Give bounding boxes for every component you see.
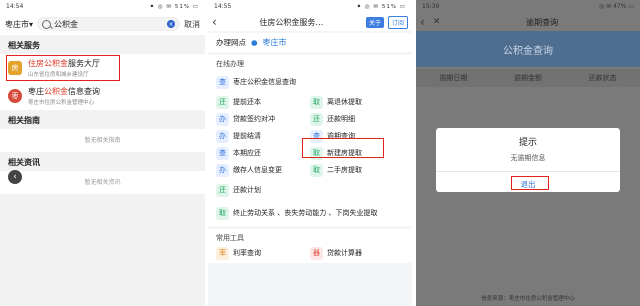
about-button[interactable]: 关于: [365, 16, 384, 28]
service-label: 离退休提取: [327, 98, 362, 106]
office-city: 枣庄市: [262, 38, 287, 47]
office-label: 办理网点: [216, 38, 246, 47]
service-label: 还款计划: [233, 186, 261, 194]
service-label: 缴存人信息变更: [233, 166, 282, 174]
service-icon: 还: [310, 112, 323, 126]
status-time: 14:55: [214, 3, 232, 10]
service-label: 贷款签约对冲: [233, 115, 275, 123]
cancel-button[interactable]: 取消: [184, 19, 200, 30]
service-item[interactable]: 还还款计划: [216, 179, 404, 201]
service-label: 本期应还: [233, 149, 261, 157]
service-icon: 取: [216, 206, 229, 220]
back-icon[interactable]: ‹: [212, 15, 217, 29]
service-item[interactable]: 还提前还本: [216, 94, 310, 110]
service-label: 枣庄公积金信息查询: [233, 78, 296, 86]
service-icon: 取: [310, 163, 323, 177]
zaozhuang-logo-icon: 枣: [8, 89, 22, 103]
service-item[interactable]: 取终止劳动关系 、丧失劳动能力 、下岗失业提取: [216, 202, 404, 224]
empty-guides: 暂无相关指南: [0, 129, 205, 152]
office-row[interactable]: 办理网点 ● 枣庄市: [208, 33, 412, 52]
search-box[interactable]: ×: [37, 17, 180, 31]
service-icon: 还: [216, 95, 229, 109]
clear-icon[interactable]: ×: [167, 20, 175, 28]
service-icon: 办: [216, 163, 229, 177]
result-item-housing-fund-hall[interactable]: 房 住房公积金服务大厅 山东省住房和城乡建设厅: [0, 54, 205, 82]
service-item[interactable]: 办贷款签约对冲: [216, 111, 310, 127]
floating-back-icon[interactable]: ‹: [8, 170, 22, 184]
search-screen: 14:54 ⚫ ◎ ✉ 51% ▭ 枣庄市▾ × 取消 相关服务 房 住房公积金…: [0, 0, 205, 306]
status-icons: ⚫ ◎ ✉ 51% ▭: [356, 3, 406, 10]
search-input[interactable]: [54, 19, 115, 29]
services-list: 房 住房公积金服务大厅 山东省住房和城乡建设厅 枣 枣庄公积金信息查询 枣庄市住…: [0, 54, 205, 110]
result-subtitle: 枣庄市住房公积金管理中心: [28, 100, 95, 106]
service-icon: 查: [216, 146, 229, 160]
service-icon: 办: [216, 129, 229, 143]
service-hall-screen: 14:55 ⚫ ◎ ✉ 51% ▭ ‹ 住房公积金服务… 关于 订阅 办理网点 …: [208, 0, 412, 306]
nav-bar: ‹ 住房公积金服务… 关于 订阅: [208, 13, 412, 31]
tool-label: 贷款计算器: [327, 249, 362, 257]
result-item-zaozhuang-query[interactable]: 枣 枣庄公积金信息查询 枣庄市住房公积金管理中心: [0, 82, 205, 110]
section-title-online: 在线办理: [216, 60, 244, 68]
section-title-guides: 相关指南: [0, 110, 205, 129]
service-item[interactable]: 办提前结清: [216, 128, 310, 144]
highlight-box: [302, 138, 384, 158]
city-selector[interactable]: 枣庄市▾: [5, 19, 33, 30]
modal-overlay: 提示 无逾期信息 退出: [416, 0, 640, 306]
tool-item[interactable]: 器贷款计算器: [310, 245, 404, 261]
search-icon: [42, 19, 52, 29]
service-item[interactable]: 查枣庄公积金信息查询: [216, 71, 404, 93]
highlight-box: [6, 55, 120, 81]
alert-dialog: 提示 无逾期信息 退出: [436, 128, 620, 192]
service-label: 二手房提取: [327, 166, 362, 174]
tool-icon: 器: [310, 246, 323, 260]
service-label: 还款明细: [327, 115, 355, 123]
city-label: 枣庄市: [5, 19, 29, 29]
dialog-message: 无逾期信息: [510, 154, 546, 162]
search-header: 枣庄市▾ × 取消: [0, 13, 205, 35]
overdue-query-screen: 15:39 ◎ ✉ 47% ▭ ‹ ✕ 逾期查询 公积金查询 逾期日期 逾期金额…: [416, 0, 640, 306]
section-title-services: 相关服务: [0, 35, 205, 54]
source-footer: 信息来源：枣庄市住房公积金管理中心: [481, 296, 575, 302]
service-item[interactable]: 还还款明细: [310, 111, 404, 127]
tool-grid: 率利率查询器贷款计算器: [208, 245, 412, 261]
service-label: 提前结清: [233, 132, 261, 140]
page-title: 住房公积金服务…: [259, 17, 324, 27]
service-icon: 查: [216, 75, 229, 89]
tools-section: 常用工具 率利率查询器贷款计算器: [208, 229, 412, 263]
service-item[interactable]: 取离退休提取: [310, 94, 404, 110]
tool-label: 利率查询: [233, 249, 261, 257]
status-bar: 14:54 ⚫ ◎ ✉ 51% ▭: [0, 0, 205, 13]
exit-button[interactable]: 退出: [510, 176, 549, 191]
section-title-news: 相关资讯: [0, 152, 205, 171]
tool-icon: 率: [216, 246, 229, 260]
empty-news: 暂无相关资讯: [0, 171, 205, 194]
service-label: 终止劳动关系 、丧失劳动能力 、下岗失业提取: [233, 209, 378, 217]
status-icons: ⚫ ◎ ✉ 51% ▭: [149, 3, 199, 10]
service-icon: 办: [216, 112, 229, 126]
service-item[interactable]: 取二手房提取: [310, 162, 404, 178]
status-time: 14:54: [6, 3, 24, 10]
highlight-box: [510, 176, 549, 190]
service-icon: 还: [216, 183, 229, 197]
result-title: 枣庄公积金信息查询: [28, 87, 100, 96]
location-pin-icon: ●: [251, 38, 258, 47]
service-label: 提前还本: [233, 98, 261, 106]
service-item[interactable]: 查本期应还: [216, 145, 310, 161]
service-item[interactable]: 办缴存人信息变更: [216, 162, 310, 178]
subscribe-button[interactable]: 订阅: [387, 15, 408, 29]
chevron-down-icon: ▾: [29, 19, 34, 29]
service-icon: 取: [310, 95, 323, 109]
tool-item[interactable]: 率利率查询: [216, 245, 310, 261]
dialog-divider: [436, 171, 620, 172]
section-title-tools: 常用工具: [216, 234, 244, 242]
status-bar: 14:55 ⚫ ◎ ✉ 51% ▭: [208, 0, 412, 13]
dialog-title: 提示: [518, 138, 537, 148]
